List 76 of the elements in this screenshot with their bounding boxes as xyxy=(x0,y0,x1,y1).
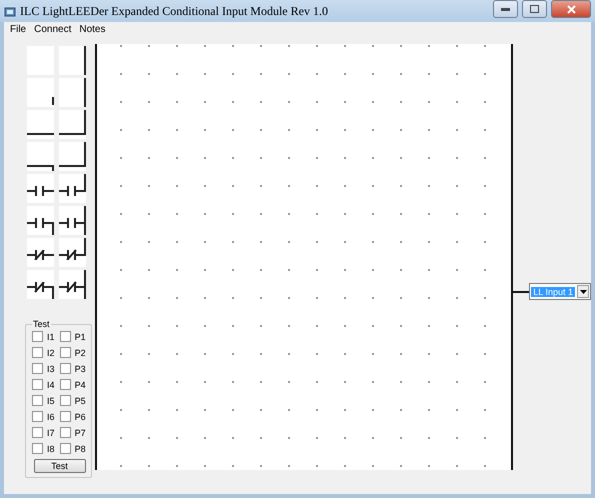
maximize-icon xyxy=(530,5,539,13)
palette-button[interactable] xyxy=(59,142,86,171)
wire-icon xyxy=(27,133,54,135)
closed-contact-icon xyxy=(59,270,86,299)
checkbox[interactable] xyxy=(32,395,43,406)
contact-icon xyxy=(27,186,54,196)
checkbox-label: P2 xyxy=(74,348,86,358)
menu-item[interactable]: File xyxy=(10,24,26,34)
checkbox[interactable] xyxy=(60,379,71,390)
checkbox[interactable] xyxy=(60,363,71,374)
palette-button[interactable] xyxy=(27,206,54,235)
checkbox[interactable] xyxy=(60,347,71,358)
palette-button[interactable] xyxy=(59,270,86,299)
palette-button[interactable] xyxy=(27,270,54,299)
rung-wire xyxy=(513,290,530,292)
checkbox-label: P3 xyxy=(74,364,86,374)
checkbox-label: I2 xyxy=(47,348,55,358)
checkbox-label: I7 xyxy=(47,428,55,438)
checkbox[interactable] xyxy=(32,347,43,358)
checkbox-label: I4 xyxy=(47,380,55,390)
palette-button[interactable] xyxy=(59,206,86,235)
checkbox[interactable] xyxy=(32,427,43,438)
minimize-icon xyxy=(501,8,510,10)
palette-button[interactable] xyxy=(59,110,86,139)
checkbox[interactable] xyxy=(32,443,43,454)
app-icon xyxy=(4,6,16,16)
checkbox-label: P8 xyxy=(74,444,86,454)
dropdown-button[interactable] xyxy=(577,285,589,298)
menu-item[interactable]: Notes xyxy=(79,24,106,34)
minimize-button[interactable] xyxy=(493,0,518,18)
palette-button[interactable] xyxy=(27,174,54,203)
checkbox-label: P5 xyxy=(74,396,86,406)
maximize-button[interactable] xyxy=(522,0,547,18)
checkbox[interactable] xyxy=(60,411,71,422)
palette-button[interactable] xyxy=(59,46,86,75)
checkbox[interactable] xyxy=(60,443,71,454)
checkbox[interactable] xyxy=(60,427,71,438)
wire-icon xyxy=(59,110,86,135)
contact-icon xyxy=(59,206,86,235)
checkbox-label: P6 xyxy=(74,412,86,422)
checkbox-label: P4 xyxy=(74,380,86,390)
caret-icon xyxy=(580,290,586,294)
closed-contact-icon xyxy=(27,282,54,299)
palette-button[interactable] xyxy=(59,78,86,107)
menu-item[interactable]: Connect xyxy=(34,24,72,34)
window-title: ILC LightLEEDer Expanded Conditional Input Module Rev 1.0 xyxy=(20,4,328,18)
checkbox[interactable] xyxy=(32,379,43,390)
palette-button[interactable] xyxy=(27,238,54,267)
checkbox-label: I6 xyxy=(47,412,55,422)
wire-icon xyxy=(59,142,86,167)
checkbox[interactable] xyxy=(60,331,71,342)
test-button[interactable]: Test xyxy=(34,459,86,473)
palette-button[interactable] xyxy=(59,174,86,203)
checkbox-label: I5 xyxy=(47,396,55,406)
checkbox-label: I1 xyxy=(47,332,55,342)
palette-button[interactable] xyxy=(59,238,86,267)
checkbox-label: I3 xyxy=(47,364,55,374)
closed-contact-icon xyxy=(27,250,54,260)
checkbox[interactable] xyxy=(32,363,43,374)
group-title: Test xyxy=(32,319,51,329)
checkbox[interactable] xyxy=(32,411,43,422)
contact-icon xyxy=(59,174,86,196)
checkbox-label: P1 xyxy=(74,332,86,342)
checkbox[interactable] xyxy=(60,395,71,406)
close-button[interactable] xyxy=(551,0,591,18)
wire-icon xyxy=(27,165,54,171)
checkbox-label: I8 xyxy=(47,444,55,454)
palette-button[interactable] xyxy=(27,110,54,139)
contact-icon xyxy=(27,218,54,235)
palette-button[interactable] xyxy=(27,142,54,171)
checkbox-label: P7 xyxy=(74,428,86,438)
dropdown-value: LL Input 1 xyxy=(531,286,575,296)
checkbox[interactable] xyxy=(32,331,43,342)
closed-contact-icon xyxy=(59,238,86,260)
palette-button[interactable] xyxy=(27,78,54,107)
close-icon xyxy=(566,4,576,14)
